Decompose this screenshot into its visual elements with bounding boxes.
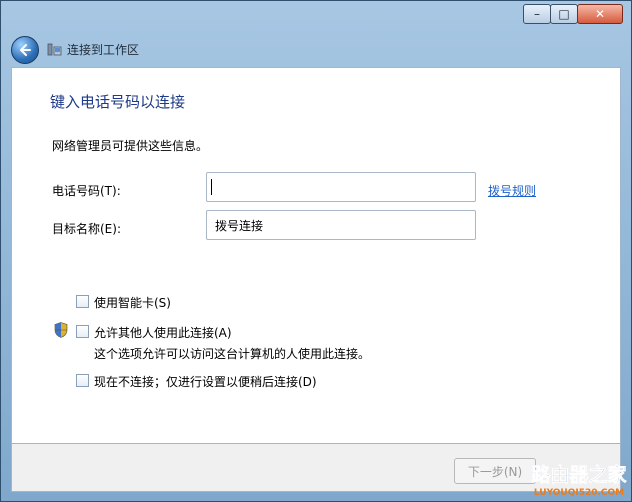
close-button[interactable]: ✕ [577, 4, 623, 24]
dial-rules-link[interactable]: 拨号规则 [488, 182, 536, 199]
window-title: 连接到工作区 [67, 43, 140, 57]
connect-later-checkbox[interactable] [76, 374, 89, 387]
allow-others-checkbox[interactable] [76, 325, 89, 338]
smart-card-checkbox[interactable] [76, 295, 89, 308]
titlebar: – □ ✕ [1, 1, 631, 35]
content-panel: 键入电话号码以连接 网络管理员可提供这些信息。 电话号码(T): 拨号规则 目标… [11, 67, 621, 444]
minimize-button[interactable]: – [523, 4, 551, 24]
phone-field[interactable] [206, 172, 491, 202]
watermark-url: LUYOUQI520.COM [534, 488, 624, 498]
text-caret [211, 179, 212, 195]
uac-shield-icon [54, 322, 68, 338]
navigation-bar: 连接到工作区 [9, 35, 623, 67]
allow-others-label[interactable]: 允许其他人使用此连接(A) [94, 324, 232, 341]
connect-later-label[interactable]: 现在不连接；仅进行设置以便稍后连接(D) [94, 373, 317, 390]
phone-label: 电话号码(T): [52, 184, 121, 198]
dialog-window: – □ ✕ 连接到工作区 键入电话号码以连接 网络管理员可提供这些信息。 电话号… [0, 0, 632, 502]
back-button[interactable] [11, 36, 39, 64]
caption-buttons: – □ ✕ [523, 4, 623, 24]
destination-input[interactable] [207, 211, 491, 239]
phone-input[interactable] [207, 173, 491, 201]
watermark-title: 路由器之家 [531, 463, 627, 486]
smart-card-label[interactable]: 使用智能卡(S) [94, 294, 171, 311]
next-button[interactable]: 下一步(N) [454, 458, 536, 484]
back-arrow-icon [20, 44, 31, 56]
maximize-button[interactable]: □ [550, 4, 578, 24]
allow-others-description: 这个选项允许可以访问这台计算机的人使用此连接。 [94, 347, 371, 361]
destination-label: 目标名称(E): [52, 222, 121, 236]
page-heading: 键入电话号码以连接 [50, 93, 186, 111]
network-connection-icon [47, 43, 62, 56]
site-watermark: 路由器之家 LUYOUQI520.COM [531, 463, 628, 498]
info-text: 网络管理员可提供这些信息。 [52, 139, 209, 153]
destination-field[interactable] [206, 210, 491, 240]
